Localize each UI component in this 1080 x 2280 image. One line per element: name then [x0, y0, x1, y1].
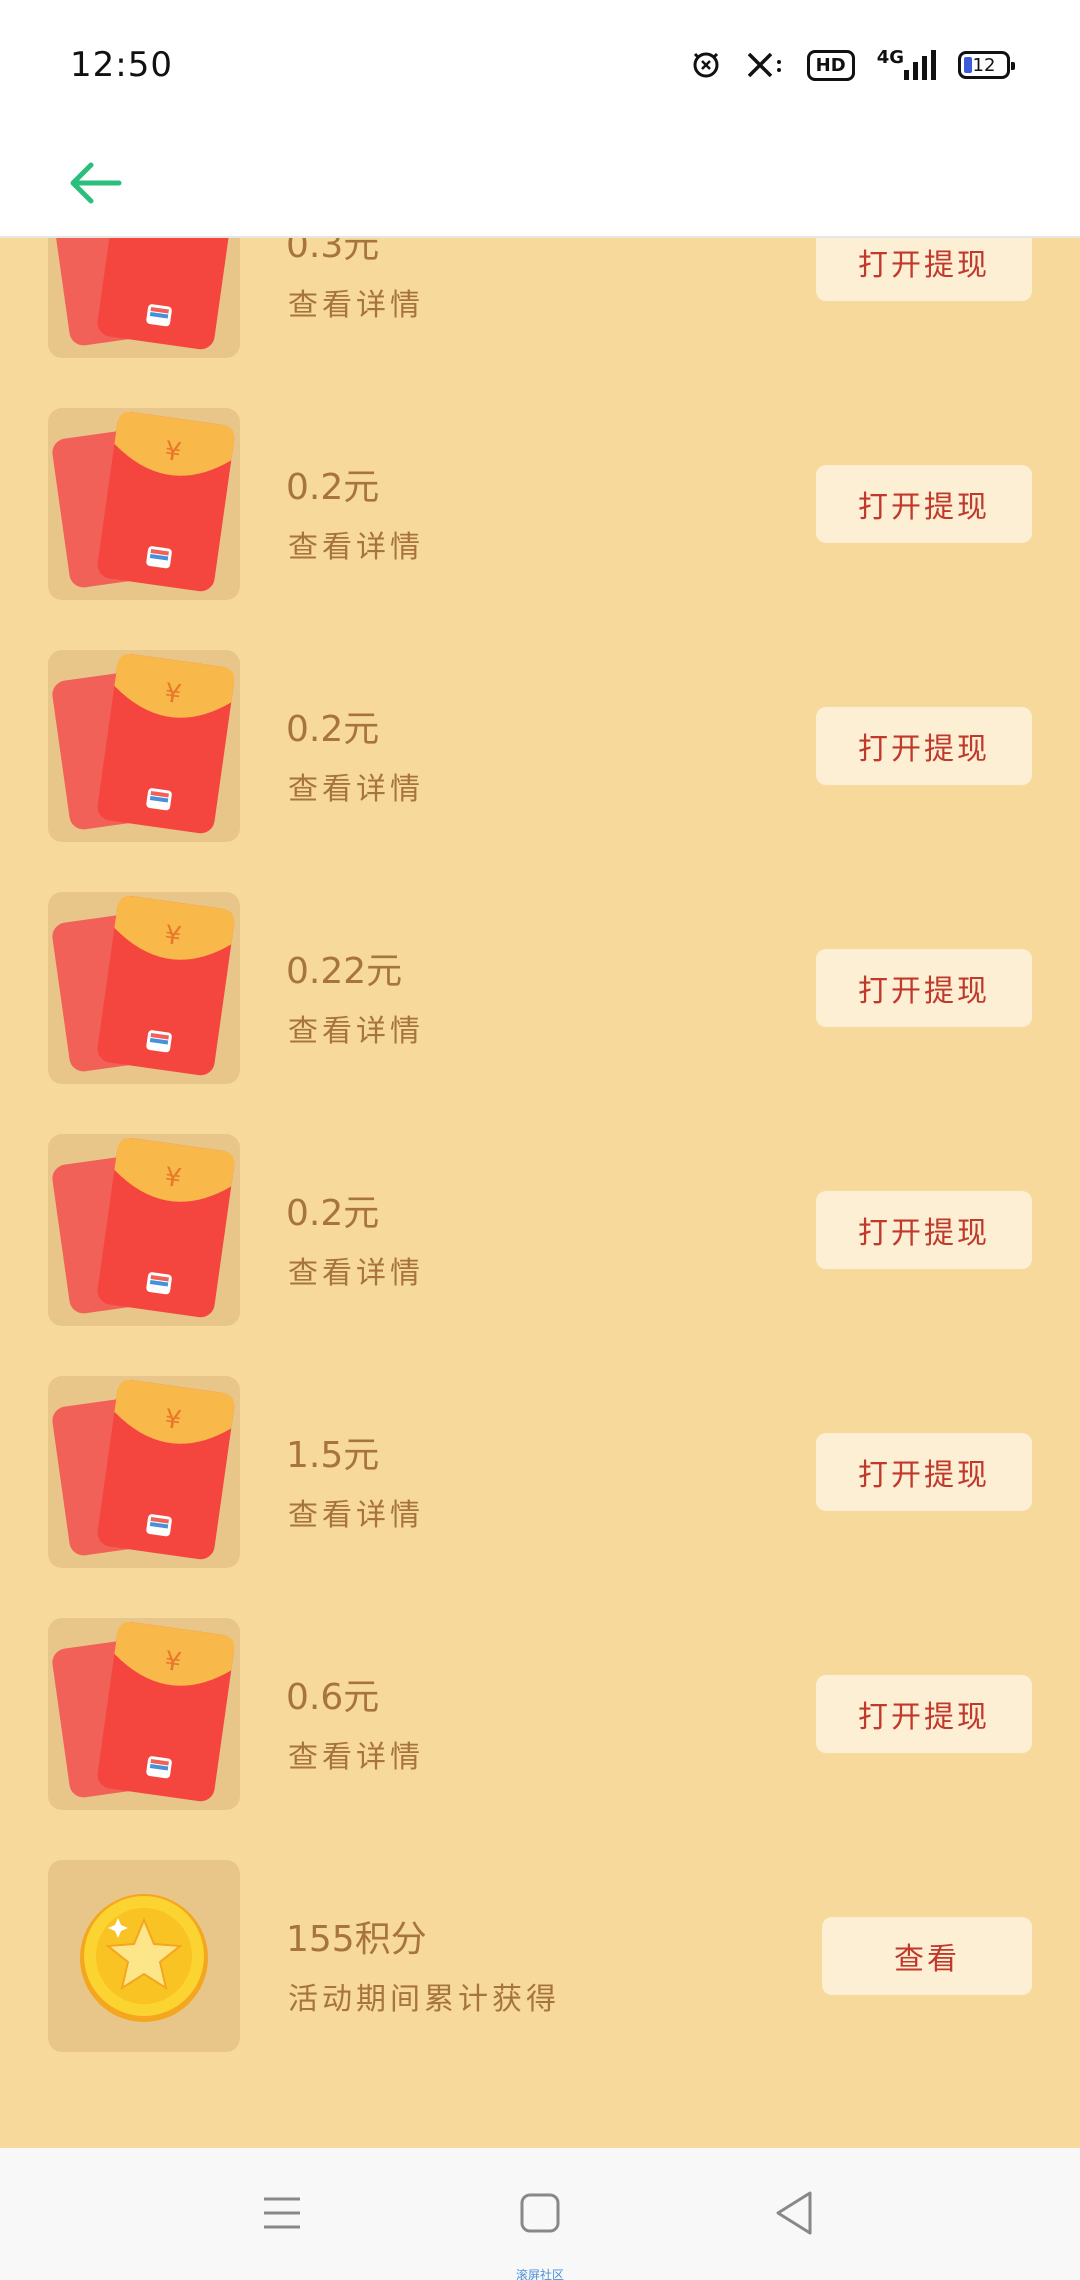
view-details-link[interactable]: 查看详情 [288, 1490, 424, 1534]
reward-amount: 0.2元 [286, 709, 380, 750]
reward-amount: 0.22元 [286, 951, 403, 992]
battery-level: 12 [972, 54, 996, 76]
reward-amount: 0.6元 [286, 1677, 380, 1718]
view-details-link[interactable]: 查看详情 [288, 1732, 424, 1776]
status-time: 12:50 [70, 45, 173, 85]
reward-amount: 0.3元 [286, 238, 380, 266]
open-withdraw-button[interactable]: 打开提现 [816, 1675, 1032, 1753]
back-triangle-icon [776, 2191, 812, 2235]
arrow-left-icon [70, 162, 122, 204]
menu-icon [264, 2197, 300, 2229]
mute-icon [745, 50, 785, 80]
view-details-link[interactable]: 查看详情 [288, 1248, 424, 1292]
list-item: ¥ 1.5元查看详情 打开提现 [0, 1376, 1080, 1618]
list-item: ¥ 0.3元查看详情 打开提现 [0, 238, 1080, 408]
view-details-link[interactable]: 查看详情 [288, 522, 424, 566]
open-withdraw-button[interactable]: 打开提现 [816, 238, 1032, 301]
back-button[interactable] [60, 148, 130, 218]
red-packet-icon: ¥ [48, 650, 240, 842]
status-bar: 12:50 HD 4G 12 [0, 0, 1080, 130]
red-packet-icon: ¥ [48, 892, 240, 1084]
home-button[interactable] [500, 2178, 580, 2248]
gold-coin-icon [48, 1860, 240, 2052]
open-withdraw-button[interactable]: 打开提现 [816, 465, 1032, 543]
red-packet-icon: ¥ [48, 1134, 240, 1326]
list-item: 155积分活动期间累计获得 查看 [0, 1860, 1080, 2102]
reward-amount: 0.2元 [286, 1193, 380, 1234]
reward-amount: 155积分 [286, 1919, 427, 1960]
menu-button[interactable] [242, 2178, 322, 2248]
list-item: ¥ 0.2元查看详情 打开提现 [0, 650, 1080, 892]
home-square-icon [520, 2193, 560, 2233]
view-details-link[interactable]: 查看详情 [288, 1006, 424, 1050]
reward-amount: 0.2元 [286, 467, 380, 508]
list-item: ¥ 0.22元查看详情 打开提现 [0, 892, 1080, 1134]
open-withdraw-button[interactable]: 打开提现 [816, 1433, 1032, 1511]
app-header [0, 130, 1080, 238]
red-packet-icon: ¥ [48, 408, 240, 600]
red-packet-icon: ¥ [48, 1618, 240, 1810]
list-item: ¥ 0.6元查看详情 打开提现 [0, 1618, 1080, 1860]
open-withdraw-button[interactable]: 打开提现 [816, 1191, 1032, 1269]
alarm-off-icon [689, 48, 723, 82]
battery-icon: 12 [958, 51, 1015, 79]
system-nav-bar: 滚屏社区 [0, 2148, 1080, 2280]
status-icons: HD 4G 12 [689, 46, 1015, 82]
list-item: ¥ 0.2元查看详情 打开提现 [0, 1134, 1080, 1376]
reward-amount: 1.5元 [286, 1435, 380, 1476]
network-type: 4G [876, 46, 904, 68]
red-packet-icon: ¥ [48, 1376, 240, 1568]
list-item: ¥ 0.2元查看详情 打开提现 [0, 408, 1080, 650]
back-nav-button[interactable] [754, 2178, 834, 2248]
red-packet-icon: ¥ [48, 238, 240, 358]
signal-icon: 4G [876, 46, 936, 80]
view-details-link[interactable]: 查看详情 [288, 280, 424, 324]
open-withdraw-button[interactable]: 打开提现 [816, 949, 1032, 1027]
reward-list: ¥ 0.3元查看详情打开提现 ¥ 0.2元查看详情打开提现 ¥ 0.2元查看详情… [0, 238, 1080, 2148]
hd-icon: HD [806, 49, 855, 81]
view-button[interactable]: 查看 [822, 1917, 1032, 1995]
reward-description: 活动期间累计获得 [288, 1982, 560, 2017]
open-withdraw-button[interactable]: 打开提现 [816, 707, 1032, 785]
view-details-link[interactable]: 查看详情 [288, 764, 424, 808]
watermark: 滚屏社区 [515, 2268, 564, 2280]
